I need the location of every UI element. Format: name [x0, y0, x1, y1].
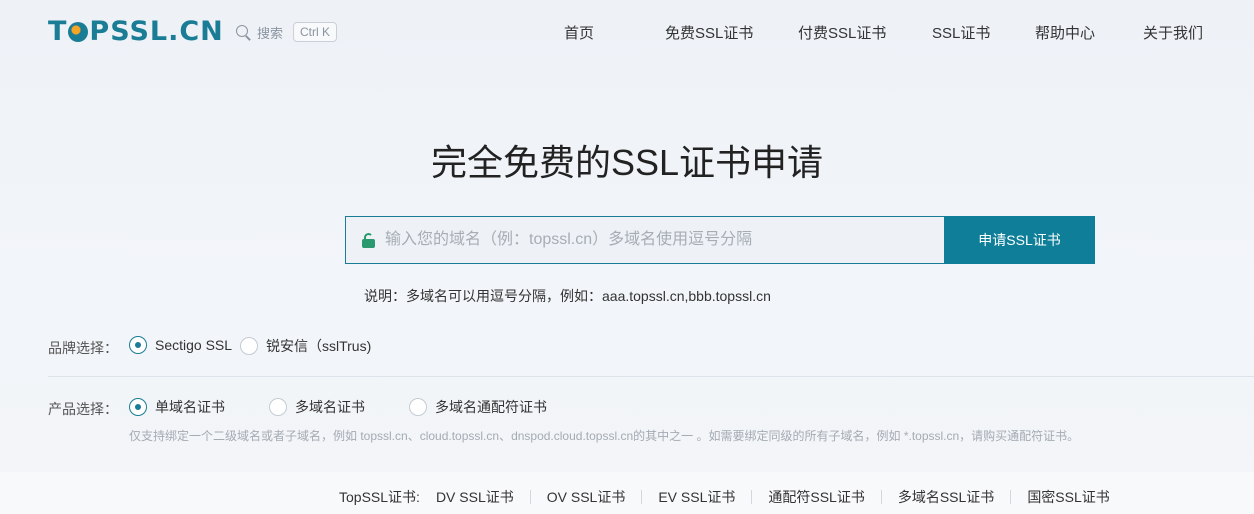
search-label: 搜索 [257, 25, 284, 41]
product-label: 产品选择： [48, 401, 118, 417]
separator [529, 490, 531, 504]
separator [1010, 490, 1012, 504]
nav-about[interactable]: 关于我们 [1143, 22, 1203, 42]
domain-input[interactable] [385, 217, 944, 263]
separator [880, 490, 882, 504]
radio-unchecked-icon[interactable] [240, 337, 258, 355]
brand-option-ssltrus[interactable]: 锐安信（sslTrus) [240, 336, 371, 356]
footer-link-ev[interactable]: EV SSL证书 [658, 487, 735, 507]
divider [48, 376, 1254, 377]
search-icon [236, 24, 251, 40]
domain-input-wrapper [345, 216, 944, 264]
separator [641, 490, 643, 504]
footer-link-dv[interactable]: DV SSL证书 [436, 487, 514, 507]
footer-link-multi-domain[interactable]: 多域名SSL证书 [898, 487, 994, 507]
radio-checked-icon[interactable] [129, 336, 147, 354]
radio-unchecked-icon[interactable] [269, 398, 287, 416]
footer-link-gm[interactable]: 国密SSL证书 [1027, 487, 1109, 507]
apply-ssl-button[interactable]: 申请SSL证书 [944, 216, 1095, 264]
product-option-single[interactable]: 单域名证书 [129, 397, 225, 417]
nav-help[interactable]: 帮助中心 [1035, 22, 1095, 42]
brand-label: 品牌选择： [48, 340, 118, 356]
header: T PSSL.CN 搜索 Ctrl K 首页 免费SSL证书 付费SSL证书 SS… [0, 0, 1254, 64]
radio-checked-icon[interactable] [129, 398, 147, 416]
nav-free-ssl[interactable]: 免费SSL证书 [665, 22, 753, 42]
search-trigger[interactable]: 搜索 Ctrl K [236, 21, 338, 43]
apply-form: 申请SSL证书 [345, 216, 1095, 264]
globe-icon [68, 22, 89, 42]
product-note: 仅支持绑定一个二级域名或者子域名，例如 topssl.cn、cloud.tops… [129, 429, 1080, 443]
brand-option-sectigo[interactable]: Sectigo SSL [129, 336, 232, 354]
product-option-label: 多域名证书 [295, 399, 365, 415]
nav-home[interactable]: 首页 [564, 22, 594, 42]
site-logo[interactable]: T PSSL.CN [48, 16, 224, 47]
logo-text-right: PSSL.CN [89, 16, 224, 47]
nav-ssl[interactable]: SSL证书 [932, 22, 990, 42]
radio-unchecked-icon[interactable] [409, 398, 427, 416]
nav-paid-ssl[interactable]: 付费SSL证书 [798, 22, 886, 42]
domain-hint: 说明：多域名可以用逗号分隔，例如：aaa.topssl.cn,bbb.topss… [364, 288, 771, 304]
separator [751, 490, 753, 504]
brand-option-label: 锐安信（sslTrus) [266, 338, 372, 354]
search-shortcut-badge: Ctrl K [293, 22, 338, 42]
product-option-label: 多域名通配符证书 [435, 399, 547, 415]
footer-links: TopSSL证书: DV SSL证书 OV SSL证书 EV SSL证书 通配符… [339, 487, 1110, 507]
lock-icon [362, 232, 375, 248]
logo-text-left: T [48, 16, 68, 47]
product-option-multi[interactable]: 多域名证书 [269, 397, 365, 417]
brand-option-label: Sectigo SSL [155, 337, 233, 353]
product-option-multi-wildcard[interactable]: 多域名通配符证书 [409, 397, 547, 417]
footer-link-ov[interactable]: OV SSL证书 [547, 487, 626, 507]
product-option-label: 单域名证书 [155, 399, 225, 415]
page-title: 完全免费的SSL证书申请 [430, 142, 824, 183]
footer-link-wildcard[interactable]: 通配符SSL证书 [768, 487, 864, 507]
footer-label: TopSSL证书: [339, 489, 420, 505]
